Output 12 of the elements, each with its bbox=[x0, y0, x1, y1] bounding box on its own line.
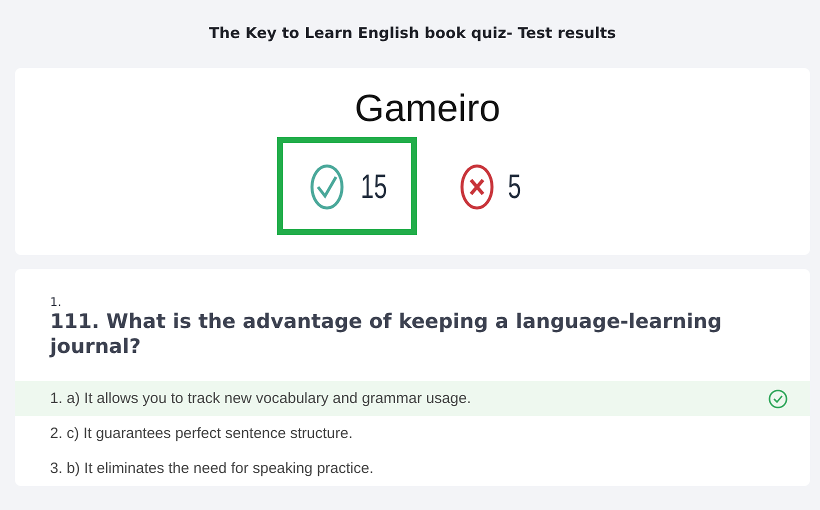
score-count: 5 bbox=[508, 168, 522, 206]
cross-circle-icon bbox=[458, 163, 495, 211]
check-circle-icon bbox=[768, 388, 788, 408]
question-text: 111. What is the advantage of keeping a language-learning journal? bbox=[50, 309, 723, 359]
answer-text: 3. b) It eliminates the need for speaking practice. bbox=[50, 460, 374, 477]
answer-text: 2. c) It guarantees perfect sentence structure. bbox=[50, 425, 353, 442]
score-count: 15 bbox=[360, 168, 388, 206]
page-title: The Key to Learn English book quiz- Test results bbox=[208, 23, 617, 44]
player-name: Gameiro bbox=[354, 88, 500, 131]
question-number: 1. bbox=[50, 295, 62, 309]
answer-text: 1. a) It allows you to track new vocabulary and grammar usage. bbox=[50, 390, 472, 407]
check-circle-icon bbox=[309, 163, 346, 211]
